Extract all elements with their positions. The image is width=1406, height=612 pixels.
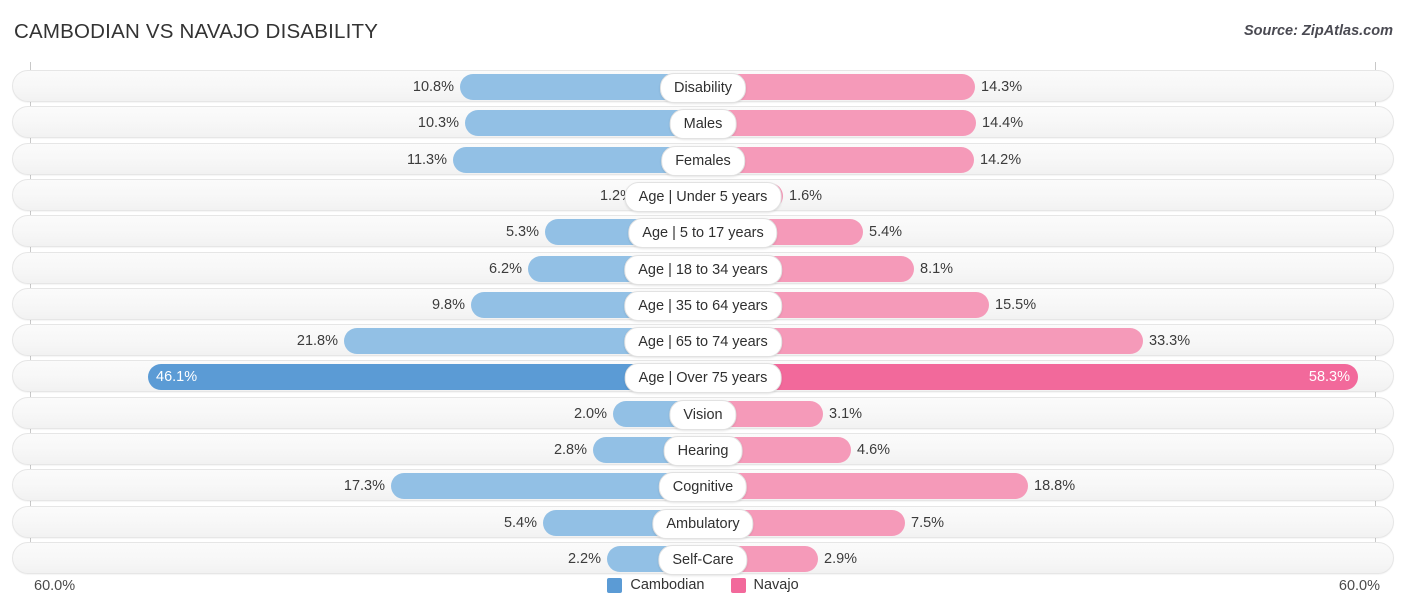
value-label-cambodian: 10.3% bbox=[417, 115, 459, 132]
value-label-navajo: 14.4% bbox=[982, 115, 1024, 132]
value-label-cambodian: 11.3% bbox=[406, 151, 447, 168]
bar-navajo bbox=[703, 473, 1028, 500]
chart-row: 10.3% 14.4% Males bbox=[12, 106, 1394, 140]
value-label-navajo: 14.2% bbox=[980, 151, 1022, 168]
row-category-label: Age | 65 to 74 years bbox=[624, 327, 782, 358]
chart-row: 6.2% 8.1% Age | 18 to 34 years bbox=[12, 251, 1394, 285]
bar-navajo bbox=[703, 364, 1358, 391]
legend-item[interactable]: Cambodian bbox=[607, 577, 705, 593]
chart-row: 2.8% 4.6% Hearing bbox=[12, 433, 1394, 466]
value-label-navajo: 14.3% bbox=[981, 79, 1023, 95]
value-label-cambodian: 5.4% bbox=[503, 514, 537, 531]
row-category-label: Vision bbox=[669, 399, 737, 430]
chart-footer: 60.0% 60.0% Cambodian Navajo bbox=[0, 570, 1406, 612]
chart-row: 46.1% 58.3% Age | Over 75 years bbox=[12, 360, 1394, 394]
chart-row: 17.3% 18.8% Cognitive bbox=[12, 469, 1394, 503]
bar-navajo bbox=[703, 110, 976, 137]
value-label-navajo: 1.6% bbox=[789, 187, 823, 204]
value-label-navajo: 15.5% bbox=[995, 296, 1037, 313]
row-category-label: Self-Care bbox=[658, 544, 748, 575]
legend-label: Navajo bbox=[753, 577, 799, 593]
value-label-cambodian: 2.8% bbox=[553, 442, 587, 458]
value-label-navajo: 33.3% bbox=[1149, 333, 1191, 350]
chart-legend: Cambodian Navajo bbox=[0, 577, 1406, 593]
value-label-navajo: 7.5% bbox=[911, 514, 945, 531]
chart-row: 9.8% 15.5% Age | 35 to 64 years bbox=[12, 287, 1394, 321]
value-label-navajo: 8.1% bbox=[920, 260, 954, 277]
bar-cambodian bbox=[465, 110, 703, 137]
diverging-bar-chart: 10.8% 14.3% Disability 10.3% 14.4% Males 11.3%… bbox=[0, 62, 1406, 575]
row-category-label: Males bbox=[669, 109, 737, 140]
row-category-label: Age | 5 to 17 years bbox=[628, 218, 778, 249]
row-category-label: Age | Over 75 years bbox=[624, 363, 782, 394]
bar-cambodian bbox=[148, 364, 703, 391]
chart-row: 10.8% 14.3% Disability bbox=[12, 70, 1394, 103]
source-attribution: Source: ZipAtlas.com bbox=[1243, 23, 1393, 39]
value-label-cambodian: 17.3% bbox=[343, 478, 385, 495]
chart-row: 21.8% 33.3% Age | 65 to 74 years bbox=[12, 324, 1394, 358]
row-category-label: Cognitive bbox=[658, 472, 748, 503]
row-category-label: Age | 35 to 64 years bbox=[624, 290, 782, 321]
value-label-navajo: 58.3% bbox=[1308, 369, 1350, 386]
value-label-cambodian: 2.0% bbox=[573, 405, 607, 422]
value-label-cambodian: 46.1% bbox=[156, 369, 198, 386]
chart-row: 1.2% 1.6% Age | Under 5 years bbox=[12, 178, 1394, 212]
row-category-label: Ambulatory bbox=[652, 508, 754, 539]
value-label-cambodian: 9.8% bbox=[431, 296, 465, 313]
chart-row: 11.3% 14.2% Females bbox=[12, 142, 1394, 176]
page-title: CAMBODIAN VS NAVAJO DISABILITY bbox=[14, 20, 379, 43]
chart-header: CAMBODIAN VS NAVAJO DISABILITY Source: Z… bbox=[0, 0, 1406, 62]
value-label-cambodian: 10.8% bbox=[412, 79, 454, 95]
value-label-cambodian: 5.3% bbox=[505, 224, 539, 241]
row-category-label: Age | 18 to 34 years bbox=[624, 254, 782, 285]
chart-row: 5.4% 7.5% Ambulatory bbox=[12, 505, 1394, 539]
row-category-label: Age | Under 5 years bbox=[624, 181, 782, 212]
value-label-cambodian: 6.2% bbox=[488, 260, 522, 277]
chart-row: 5.3% 5.4% Age | 5 to 17 years bbox=[12, 215, 1394, 249]
row-category-label: Hearing bbox=[663, 436, 743, 466]
legend-label: Cambodian bbox=[630, 577, 705, 593]
row-category-label: Females bbox=[661, 145, 745, 176]
row-category-label: Disability bbox=[659, 73, 747, 103]
value-label-cambodian: 21.8% bbox=[296, 333, 338, 350]
legend-swatch-icon bbox=[730, 577, 746, 593]
value-label-navajo: 18.8% bbox=[1034, 478, 1076, 495]
legend-item[interactable]: Navajo bbox=[730, 577, 799, 593]
bar-cambodian bbox=[391, 473, 703, 500]
chart-row: 2.0% 3.1% Vision bbox=[12, 396, 1394, 430]
value-label-navajo: 4.6% bbox=[857, 442, 891, 458]
value-label-navajo: 5.4% bbox=[869, 224, 903, 241]
value-label-navajo: 3.1% bbox=[829, 405, 863, 422]
legend-swatch-icon bbox=[607, 577, 623, 593]
